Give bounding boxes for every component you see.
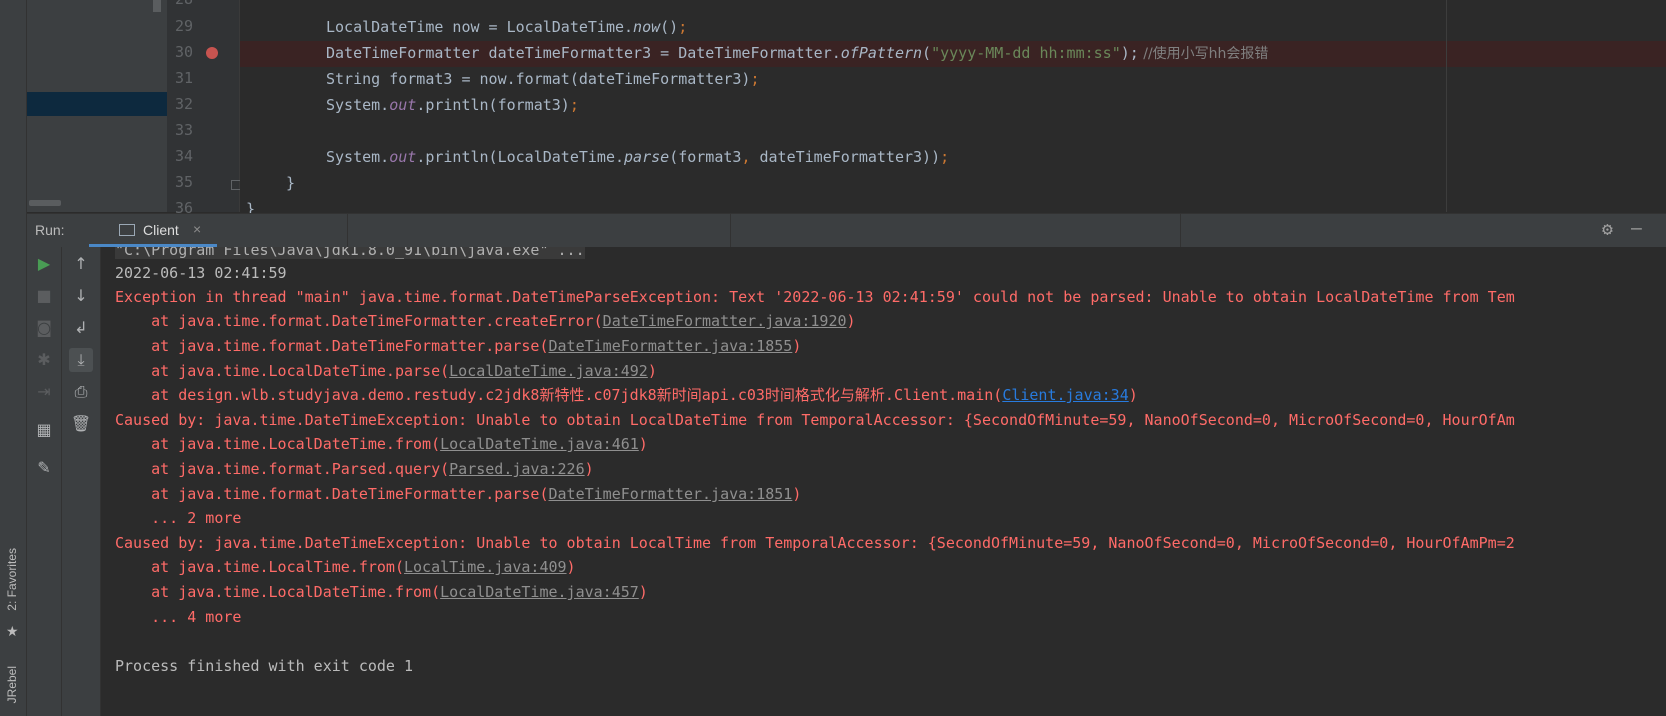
line-number: 32 [174,95,193,113]
source-link[interactable]: DateTimeFormatter.java:1920 [603,312,847,330]
exit-icon[interactable]: ⇥ [32,380,56,404]
code-line-29: LocalDateTime now = LocalDateTime.now(); [326,18,688,36]
print-icon[interactable]: ⎙ [69,380,93,404]
project-panel [27,0,167,212]
tab-client[interactable]: Client × [89,214,217,247]
tab-label: Client [143,222,179,238]
stack-frame: at java.time.LocalDateTime.from(LocalDat… [115,435,648,453]
soft-wrap-icon[interactable]: ↲ [69,316,93,340]
favorites-tab[interactable]: 2: Favorites [5,548,19,611]
console-line: 2022-06-13 02:41:59 [115,264,287,282]
line-number: 35 [174,173,193,191]
right-margin-guide [1446,0,1447,212]
code-line-31: String format3 = now.format(dateTimeForm… [326,70,760,88]
source-link[interactable]: Parsed.java:226 [449,460,584,478]
project-horizontal-scrollbar[interactable] [29,200,61,206]
line-number: 31 [174,69,193,87]
line-number: 33 [174,121,193,139]
line-number: 29 [174,17,193,35]
arrow-down-icon[interactable]: ↓ [69,284,93,308]
stack-frame: at design.wlb.studyjava.demo.restudy.c2j… [115,386,1138,404]
gear-icon[interactable]: ⚙ [1602,219,1613,240]
header-divider [1180,214,1181,247]
minimize-icon[interactable]: — [1631,218,1642,239]
source-link[interactable]: LocalDateTime.java:461 [440,435,639,453]
source-link[interactable]: LocalDateTime.java:457 [440,583,639,601]
snapshot-icon[interactable]: ◙ [32,316,56,340]
console-error-line: Exception in thread "main" java.time.for… [115,288,1515,306]
run-tool-window-header: Run: Client × ⚙ — [27,213,1666,248]
console-line: "C:\Program Files\Java\jdk1.8.0_91\bin\j… [115,247,585,261]
layout-icon[interactable]: ▦ [32,418,56,442]
run-toolbar-primary: ▶ ■ ◙ ✱ ⇥ ▦ ✎ [27,247,62,716]
code-line-30: DateTimeFormatter dateTimeFormatter3 = D… [326,44,1269,62]
line-number: 30 [174,43,193,61]
console-output[interactable]: "C:\Program Files\Java\jdk1.8.0_91\bin\j… [101,247,1666,716]
project-tree-selected-row[interactable] [27,92,167,116]
run-title: Run: [35,222,65,238]
code-line-35: } [286,174,296,192]
source-link[interactable]: DateTimeFormatter.java:1851 [548,485,792,503]
debug-icon[interactable]: ✱ [32,348,56,372]
stack-frame: at java.time.format.DateTimeFormatter.pa… [115,485,802,503]
left-tool-strip: 2: Favorites ★ JRebel [0,0,27,716]
arrow-up-icon[interactable]: ↑ [69,252,93,276]
source-link[interactable]: LocalDateTime.java:492 [449,362,648,380]
rerun-icon[interactable]: ▶ [32,252,56,276]
console-error-line: Caused by: java.time.DateTimeException: … [115,411,1515,429]
breakpoint-icon[interactable] [206,47,218,59]
stack-frame: at java.time.LocalDateTime.from(LocalDat… [115,583,648,601]
project-vertical-scrollbar[interactable] [153,0,161,12]
header-divider [347,214,348,247]
source-link[interactable]: LocalTime.java:409 [404,558,567,576]
console-error-line: ... 2 more [115,509,242,527]
pin-icon[interactable]: ✎ [32,456,56,480]
trash-icon[interactable]: 🗑 [69,412,93,436]
code-editor[interactable]: LocalDateTime now = LocalDateTime.now();… [240,0,1666,218]
code-line-34: System.out.println(LocalDateTime.parse(f… [326,148,950,166]
stack-frame: at java.time.format.DateTimeFormatter.pa… [115,337,802,355]
stack-frame: at java.time.format.DateTimeFormatter.cr… [115,312,856,330]
run-toolbar-secondary: ↑ ↓ ↲ ⤓ ⎙ 🗑 [62,247,101,716]
stack-frame: at java.time.LocalDateTime.parse(LocalDa… [115,362,657,380]
console-tab-icon [119,224,135,236]
line-number: 34 [174,147,193,165]
scroll-to-end-icon[interactable]: ⤓ [69,348,93,372]
source-link[interactable]: DateTimeFormatter.java:1855 [548,337,792,355]
console-error-line: ... 4 more [115,608,242,626]
console-error-line: Caused by: java.time.DateTimeException: … [115,534,1515,552]
jrebel-tab[interactable]: JRebel [5,666,19,703]
stack-frame: at java.time.LocalTime.from(LocalTime.ja… [115,558,576,576]
stack-frame: at java.time.format.Parsed.query(Parsed.… [115,460,594,478]
source-link[interactable]: Client.java:34 [1002,386,1128,404]
editor-gutter: 28 29 30 31 32 33 34 35 36 [167,0,240,217]
stop-icon[interactable]: ■ [32,284,56,308]
header-divider [730,214,731,247]
line-number: 28 [167,0,193,8]
star-icon: ★ [6,624,19,640]
console-line: Process finished with exit code 1 [115,657,414,675]
close-icon[interactable]: × [193,221,201,237]
code-line-32: System.out.println(format3); [326,96,579,114]
